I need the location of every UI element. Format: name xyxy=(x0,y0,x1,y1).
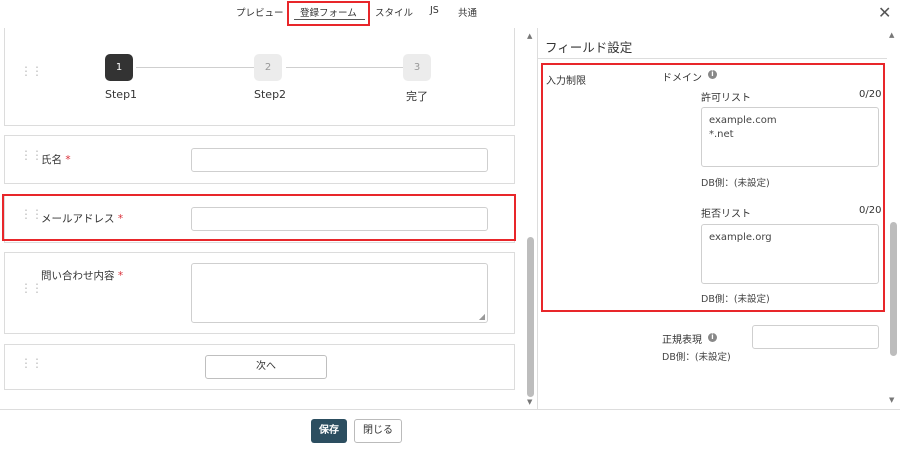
close-icon[interactable]: ✕ xyxy=(878,3,891,22)
pane-divider xyxy=(537,28,538,409)
right-scroll-thumb[interactable] xyxy=(890,222,897,356)
tab-common[interactable]: 共通 xyxy=(458,5,477,19)
deny-list-textarea[interactable]: example.org xyxy=(701,224,879,284)
info-icon[interactable]: i xyxy=(708,70,717,79)
regex-input[interactable] xyxy=(752,325,879,349)
name-field-label: 氏名 * xyxy=(41,154,71,166)
field-settings-title: フィールド設定 xyxy=(545,40,633,55)
next-button[interactable]: 次へ xyxy=(205,355,327,379)
step-connector xyxy=(136,67,258,68)
top-tab-bar: プレビュー 登録フォーム スタイル JS 共通 ✕ xyxy=(0,0,900,26)
scroll-up-icon[interactable]: ▲ xyxy=(527,32,532,40)
scroll-down-icon[interactable]: ▼ xyxy=(889,396,894,404)
step-1-circle[interactable]: 1 xyxy=(105,54,133,81)
form-editor-pane: ⋮⋮ 1 2 3 Step1 Step2 完了 ⋮⋮ 氏名 * ⋮⋮ メールアド… xyxy=(0,28,538,409)
email-field-card[interactable]: ⋮⋮ メールアドレス * xyxy=(4,194,515,243)
drag-handle-icon[interactable]: ⋮⋮ xyxy=(20,357,43,369)
name-field-card[interactable]: ⋮⋮ 氏名 * xyxy=(4,135,515,184)
email-input[interactable] xyxy=(191,207,488,231)
allow-list-db-side: DB側：(未設定) xyxy=(701,178,770,189)
drag-handle-icon[interactable]: ⋮⋮ xyxy=(20,65,43,77)
input-restriction-label: 入力制限 xyxy=(546,76,586,87)
close-button[interactable]: 閉じる xyxy=(354,419,402,443)
inquiry-textarea[interactable]: ◢ xyxy=(191,263,488,323)
footer-divider xyxy=(0,409,900,410)
scroll-down-icon[interactable]: ▼ xyxy=(527,398,532,406)
step-1-label: Step1 xyxy=(105,88,138,101)
left-scrollbar[interactable]: ▲ ▼ xyxy=(524,32,536,408)
drag-handle-icon[interactable]: ⋮⋮ xyxy=(20,282,43,294)
step-2-label: Step2 xyxy=(254,88,287,101)
info-icon[interactable]: i xyxy=(708,333,717,342)
step-3-circle[interactable]: 3 xyxy=(403,54,431,81)
resize-grip-icon[interactable]: ◢ xyxy=(479,312,485,321)
deny-list-label: 拒否リスト xyxy=(701,209,751,220)
active-tab-highlight xyxy=(287,1,370,26)
inquiry-field-label: 問い合わせ内容 * xyxy=(41,270,124,282)
scroll-up-icon[interactable]: ▲ xyxy=(889,31,894,39)
allow-list-label: 許可リスト xyxy=(701,93,751,104)
save-button[interactable]: 保存 xyxy=(311,419,347,443)
allow-list-count: 0/20 xyxy=(859,89,882,100)
domain-label: ドメイン xyxy=(662,73,702,84)
tab-preview[interactable]: プレビュー xyxy=(236,5,284,19)
tab-js[interactable]: JS xyxy=(430,5,439,16)
email-field-label: メールアドレス * xyxy=(41,213,124,225)
regex-db-side: DB側：(未設定) xyxy=(662,352,731,363)
step-2-circle[interactable]: 2 xyxy=(254,54,282,81)
step-connector xyxy=(286,67,407,68)
tab-style[interactable]: スタイル xyxy=(375,5,413,19)
regex-label: 正規表現 xyxy=(662,335,702,346)
divider xyxy=(538,58,887,59)
inquiry-field-card[interactable]: ⋮⋮ 問い合わせ内容 * ◢ xyxy=(4,252,515,334)
allow-list-textarea[interactable]: example.com *.net xyxy=(701,107,879,167)
step-3-label: 完了 xyxy=(406,90,428,103)
drag-handle-icon[interactable]: ⋮⋮ xyxy=(20,149,43,161)
left-scroll-thumb[interactable] xyxy=(527,237,534,397)
deny-list-db-side: DB側：(未設定) xyxy=(701,294,770,305)
steps-card[interactable]: ⋮⋮ 1 2 3 Step1 Step2 完了 xyxy=(4,28,515,126)
drag-handle-icon[interactable]: ⋮⋮ xyxy=(20,208,43,220)
deny-list-count: 0/20 xyxy=(859,205,882,216)
name-input[interactable] xyxy=(191,148,488,172)
